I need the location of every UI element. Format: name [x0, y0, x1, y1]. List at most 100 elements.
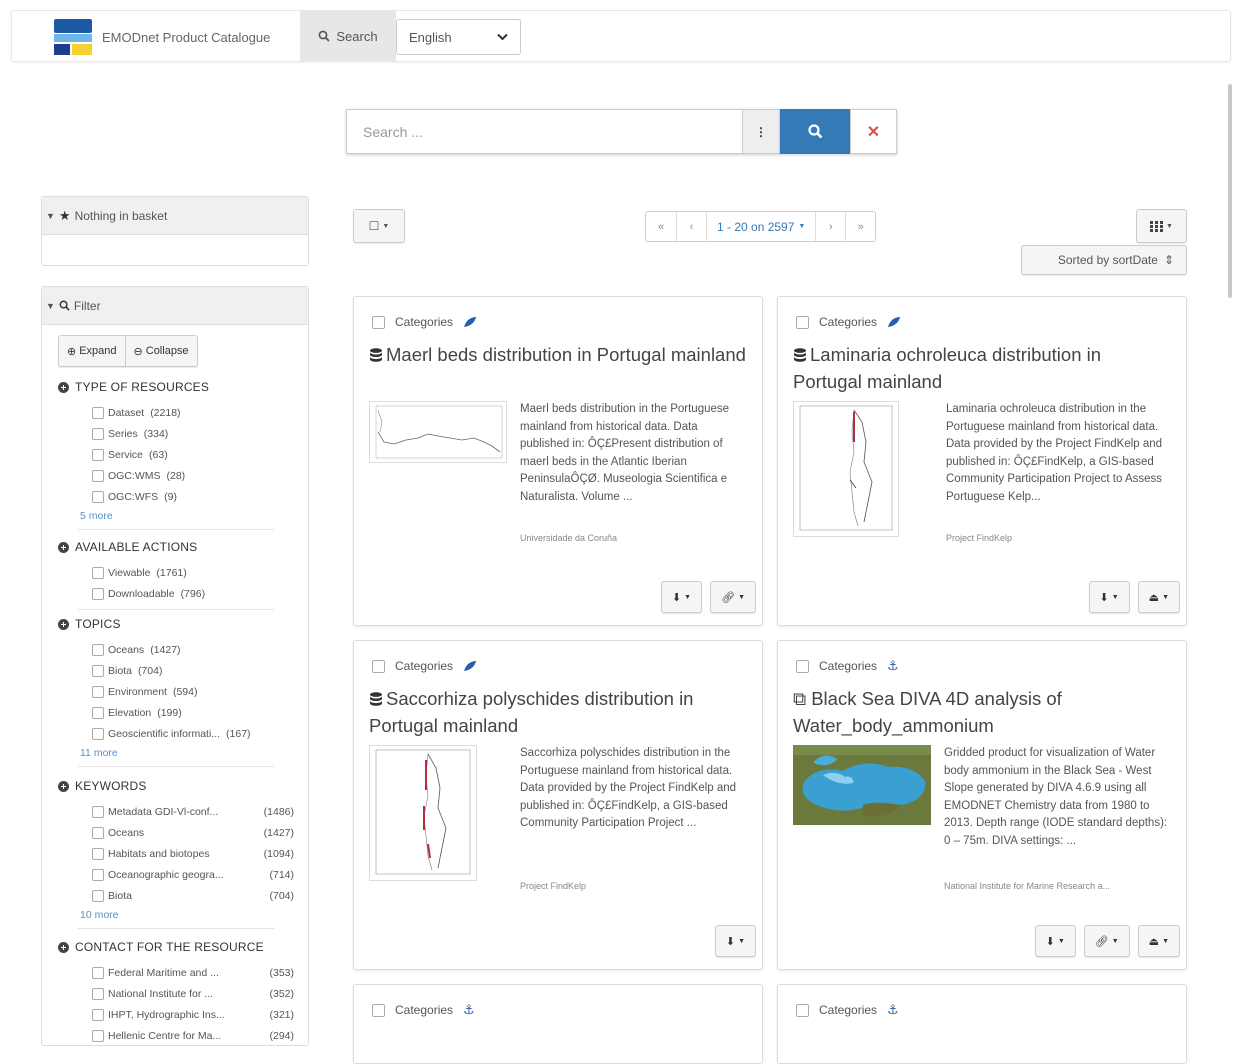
card-select-checkbox[interactable]: [796, 659, 809, 673]
facet-option[interactable]: Dataset (2218): [92, 403, 294, 424]
facet-more-link[interactable]: 10 more: [58, 906, 294, 924]
facet-option[interactable]: Viewable (1761): [92, 563, 294, 584]
card-thumbnail[interactable]: [369, 401, 507, 463]
facet-checkbox[interactable]: [92, 685, 104, 698]
pager-first[interactable]: «: [646, 212, 676, 241]
card-select-checkbox[interactable]: [796, 1003, 809, 1017]
facet-option[interactable]: Environment (594): [92, 682, 294, 703]
card-select-checkbox[interactable]: [372, 1003, 385, 1017]
facet-option[interactable]: Biota (704): [92, 885, 294, 906]
facet-option[interactable]: Metadata GDI-Vl-conf... (1486): [92, 802, 294, 823]
card-thumbnail[interactable]: [793, 401, 899, 537]
facet-checkbox[interactable]: [92, 868, 104, 881]
download-button[interactable]: ⬇ ▼: [1088, 581, 1130, 613]
search-input[interactable]: Search ...: [346, 109, 742, 154]
search-clear-button[interactable]: ✕: [850, 109, 897, 154]
facet-option[interactable]: Service (63): [92, 445, 294, 466]
card-organisation: Universidade da Coruña: [520, 533, 618, 543]
basket-header[interactable]: ▼ ★ Nothing in basket: [42, 197, 308, 235]
facet-checkbox[interactable]: [92, 889, 104, 902]
pager-prev[interactable]: ‹: [676, 212, 706, 241]
anchor-icon[interactable]: ⚓︎: [463, 1003, 477, 1016]
facet-checkbox[interactable]: [92, 448, 104, 461]
facet-option[interactable]: Series (334): [92, 424, 294, 445]
nav-search-tab[interactable]: Search: [300, 11, 396, 61]
facet-checkbox[interactable]: [92, 806, 104, 819]
links-button[interactable]: 🔗︎ ▼: [1083, 925, 1130, 957]
facet-checkbox[interactable]: [92, 1008, 104, 1021]
facet-option[interactable]: Oceanographic geogra... (714): [92, 864, 294, 885]
pager-last[interactable]: »: [845, 212, 875, 241]
page-scrollbar[interactable]: [1228, 84, 1232, 298]
facet-checkbox[interactable]: [92, 967, 104, 980]
card-title[interactable]: ⧉ Black Sea DIVA 4D analysis of Water_bod…: [793, 685, 1173, 739]
card-title[interactable]: Laminaria ochroleuca distribution in Por…: [793, 341, 1173, 395]
facet-checkbox[interactable]: [92, 706, 104, 719]
facet-checkbox[interactable]: [92, 988, 104, 1001]
facet-option[interactable]: National Institute for ... (352): [92, 984, 294, 1005]
facet-more-link[interactable]: 11 more: [58, 744, 294, 762]
card-title[interactable]: Saccorhiza polyschides distribution in P…: [369, 685, 749, 739]
facet-checkbox[interactable]: [92, 588, 104, 601]
upload-button[interactable]: ⏏ ▼: [1137, 581, 1180, 613]
expand-button[interactable]: ⊕ Expand: [59, 336, 125, 366]
facet-title[interactable]: AVAILABLE ACTIONS: [58, 537, 294, 557]
facet-checkbox[interactable]: [92, 490, 104, 503]
facet-more-link[interactable]: 5 more: [58, 507, 294, 525]
facet-title[interactable]: CONTACT FOR THE RESOURCE: [58, 937, 294, 957]
download-button[interactable]: ⬇ ▼: [660, 581, 703, 613]
facet-checkbox[interactable]: [92, 469, 104, 482]
facet-checkbox[interactable]: [92, 827, 104, 840]
facet-checkbox[interactable]: [92, 644, 104, 657]
facet-option-label: Metadata GDI-Vl-conf...: [108, 806, 219, 819]
facet-checkbox[interactable]: [92, 567, 104, 580]
anchor-icon[interactable]: ⚓︎: [887, 1003, 901, 1016]
facet-option[interactable]: Oceans (1427): [92, 823, 294, 844]
facet-option[interactable]: Elevation (199): [92, 702, 294, 723]
facet-option[interactable]: IHPT, Hydrographic Ins... (321): [92, 1005, 294, 1026]
search-options-button[interactable]: ⋮: [742, 109, 780, 154]
leaf-icon[interactable]: [887, 316, 901, 328]
upload-button[interactable]: ⏏ ▼: [1137, 925, 1180, 957]
facet-title[interactable]: TYPE OF RESOURCES: [58, 377, 294, 397]
brand-link[interactable]: EMODnet Product Catalogue: [52, 17, 270, 57]
pager-next[interactable]: ›: [815, 212, 845, 241]
facet-option[interactable]: OGC:WMS (28): [92, 465, 294, 486]
facet-checkbox[interactable]: [92, 727, 104, 740]
result-card: Categories Saccorhiza polyschides distri…: [353, 640, 763, 970]
facet-option[interactable]: Federal Maritime and ... (353): [92, 963, 294, 984]
facet-option[interactable]: OGC:WFS (9): [92, 486, 294, 507]
select-all-button[interactable]: ☐ ▼: [353, 209, 405, 243]
facet-checkbox[interactable]: [92, 847, 104, 860]
leaf-icon[interactable]: [463, 660, 477, 672]
search-submit-button[interactable]: [780, 109, 850, 154]
anchor-icon[interactable]: ⚓︎: [887, 659, 901, 672]
download-button[interactable]: ⬇ ▼: [714, 925, 756, 957]
filter-header[interactable]: ▼ Filter: [42, 287, 308, 325]
facet-option[interactable]: Oceans (1427): [92, 640, 294, 661]
leaf-icon[interactable]: [463, 316, 477, 328]
card-select-checkbox[interactable]: [372, 315, 385, 329]
facet-checkbox[interactable]: [92, 407, 104, 420]
facet-option[interactable]: Habitats and biotopes (1094): [92, 844, 294, 865]
language-select[interactable]: English: [396, 19, 521, 55]
facet-checkbox[interactable]: [92, 665, 104, 678]
facet-option-count: (704): [137, 665, 163, 678]
facet-option[interactable]: Downloadable (796): [92, 584, 294, 605]
collapse-button[interactable]: ⊖ Collapse: [124, 336, 197, 366]
facet-option[interactable]: Geoscientific informati... (167): [92, 723, 294, 744]
card-thumbnail[interactable]: [793, 745, 931, 825]
card-select-checkbox[interactable]: [796, 315, 809, 329]
card-thumbnail[interactable]: [369, 745, 477, 881]
facet-checkbox[interactable]: [92, 428, 104, 441]
sort-button[interactable]: Sorted by sortDate ⇕: [1021, 245, 1187, 275]
facet-title[interactable]: TOPICS: [58, 614, 294, 634]
card-select-checkbox[interactable]: [372, 659, 385, 673]
facet-option[interactable]: Biota (704): [92, 661, 294, 682]
card-title[interactable]: Maerl beds distribution in Portugal main…: [369, 341, 749, 368]
links-button[interactable]: 🔗︎ ▼: [710, 581, 756, 613]
view-mode-button[interactable]: ▼: [1136, 209, 1187, 243]
facet-title[interactable]: KEYWORDS: [58, 776, 294, 796]
download-button[interactable]: ⬇ ▼: [1034, 925, 1076, 957]
pager-range[interactable]: 1 - 20 on 2597 ▼: [706, 212, 815, 241]
